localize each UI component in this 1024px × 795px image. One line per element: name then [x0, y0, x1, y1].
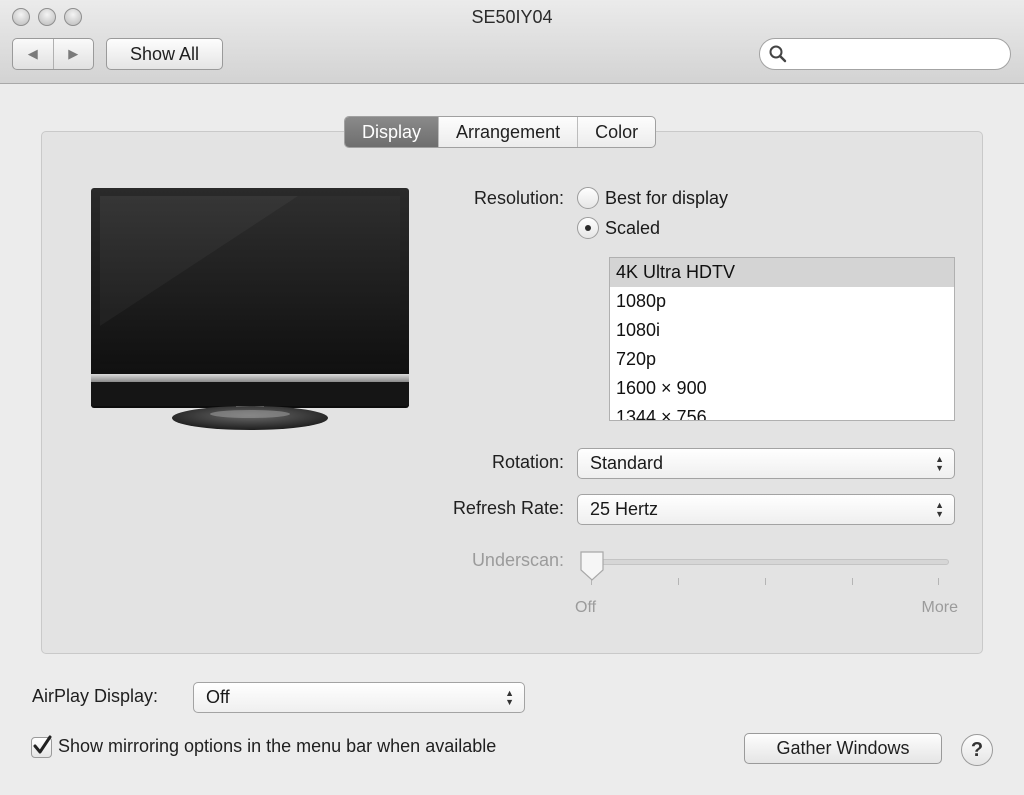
rotation-value: Standard — [590, 453, 664, 473]
underscan-label: Underscan: — [471, 550, 564, 570]
display-monitor-icon — [91, 188, 409, 430]
tab-color[interactable]: Color — [577, 117, 655, 147]
airplay-display-value: Off — [206, 687, 230, 707]
search-icon — [769, 45, 787, 63]
slider-tick — [765, 578, 766, 585]
refresh-rate-label: Refresh Rate: — [452, 498, 564, 518]
checkmark-icon — [33, 735, 52, 754]
airplay-display-label: AirPlay Display: — [32, 686, 159, 706]
window-title: SE50IY04 — [471, 7, 553, 27]
display-preferences-window: SE50IY04 ◀ ▶ Show All Display Arrangemen… — [0, 0, 1024, 795]
help-icon: ? — [970, 738, 984, 761]
chevron-right-icon: ▶ — [68, 46, 79, 61]
chevron-left-icon: ◀ — [27, 46, 38, 61]
slider-tick — [852, 578, 853, 585]
resolution-label: Resolution: — [473, 188, 564, 208]
refresh-rate-select[interactable]: 25 Hertz ▲ ▼ — [577, 494, 955, 525]
slider-tick — [938, 578, 939, 585]
list-item[interactable]: 1600 × 900 — [610, 374, 954, 403]
rotation-select[interactable]: Standard ▲ ▼ — [577, 448, 955, 479]
help-button[interactable]: ? — [961, 734, 993, 766]
list-item[interactable]: 720p — [610, 345, 954, 374]
back-forward-control: ◀ ▶ — [12, 38, 94, 70]
slider-tick — [678, 578, 679, 585]
tab-arrangement[interactable]: Arrangement — [438, 117, 577, 147]
underscan-slider-thumb[interactable] — [579, 550, 605, 582]
list-item[interactable]: 1344 × 756 — [610, 403, 954, 420]
underscan-max-label: More — [921, 599, 958, 616]
back-button[interactable]: ◀ — [13, 39, 54, 69]
mirroring-label: Show mirroring options in the menu bar w… — [58, 736, 497, 756]
updown-arrows-icon: ▲ ▼ — [935, 453, 944, 473]
list-item[interactable]: 1080i — [610, 316, 954, 345]
updown-arrows-icon: ▲ ▼ — [505, 687, 514, 707]
tab-bar: Display Arrangement Color — [344, 116, 657, 148]
rotation-label: Rotation: — [491, 452, 564, 472]
resolution-best-label: Best for display — [605, 187, 729, 208]
airplay-display-select[interactable]: Off ▲ ▼ — [193, 682, 525, 713]
radio-button[interactable] — [577, 187, 599, 209]
resolution-scaled-option[interactable]: Scaled — [577, 217, 660, 239]
list-item[interactable]: 1080p — [610, 287, 954, 316]
gather-windows-button[interactable]: Gather Windows — [744, 733, 942, 764]
resolution-best-option[interactable]: Best for display — [577, 187, 728, 209]
radio-button-selected[interactable] — [577, 217, 599, 239]
mirroring-checkbox[interactable] — [31, 735, 52, 758]
underscan-slider-track[interactable] — [585, 559, 949, 565]
scaled-resolution-list[interactable]: 4K Ultra HDTV 1080p 1080i 720p 1600 × 90… — [609, 257, 955, 421]
tab-display[interactable]: Display — [345, 117, 439, 147]
list-item[interactable]: 4K Ultra HDTV — [610, 258, 954, 287]
show-all-button[interactable]: Show All — [106, 38, 223, 70]
forward-button[interactable]: ▶ — [54, 39, 94, 69]
toolbar: SE50IY04 ◀ ▶ Show All — [0, 0, 1024, 84]
search-field[interactable] — [759, 38, 1011, 70]
resolution-scaled-label: Scaled — [605, 217, 661, 238]
underscan-min-label: Off — [575, 599, 597, 616]
updown-arrows-icon: ▲ ▼ — [935, 499, 944, 519]
refresh-rate-value: 25 Hertz — [590, 499, 659, 519]
search-input[interactable] — [792, 43, 1002, 65]
